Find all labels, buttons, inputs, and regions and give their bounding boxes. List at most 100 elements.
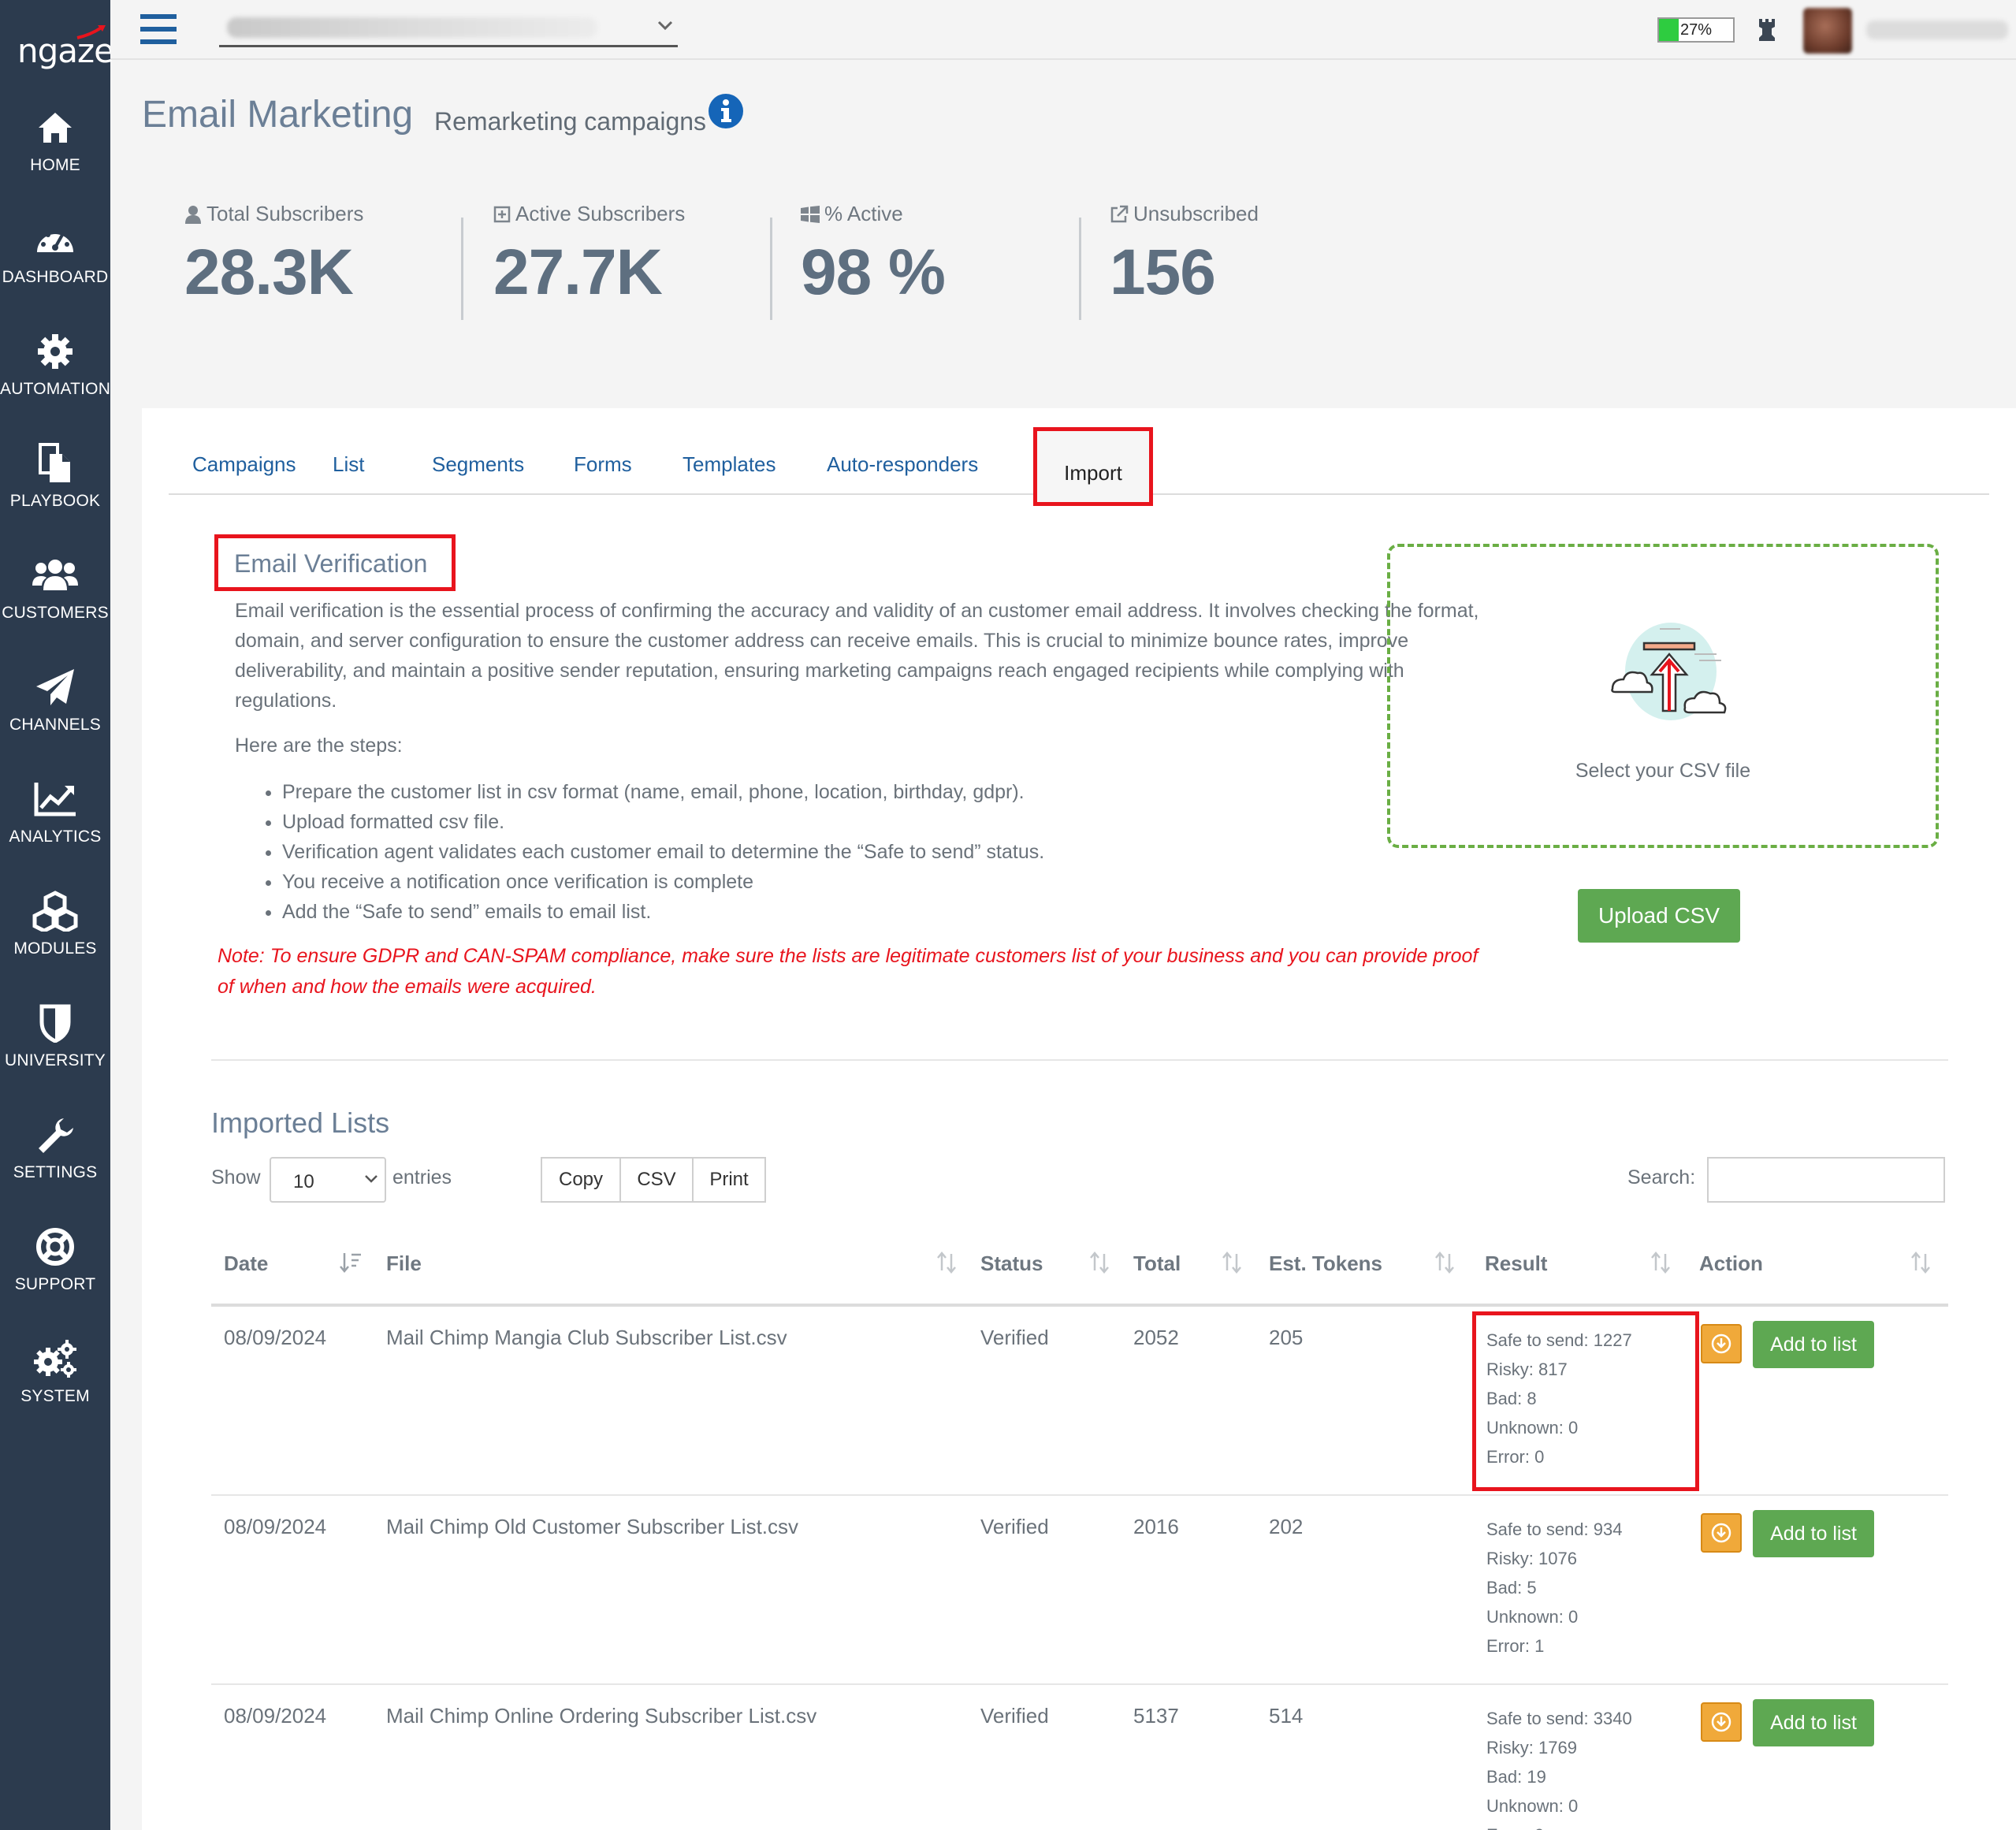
list-item: Upload formatted csv file.: [282, 807, 1044, 837]
home-icon: [39, 113, 72, 143]
sidebar-item-label: ANALYTICS: [9, 828, 102, 846]
cubes-icon: [32, 891, 78, 932]
sidebar-item-modules[interactable]: MODULES: [0, 887, 110, 982]
search-input[interactable]: [1707, 1157, 1945, 1203]
sort-icon[interactable]: [1434, 1252, 1455, 1274]
cell-date: 08/09/2024: [224, 1326, 327, 1349]
sidebar-item-analytics[interactable]: ANALYTICS: [0, 776, 110, 870]
cell-date: 08/09/2024: [224, 1704, 327, 1728]
result-error: Error: 9: [1486, 1821, 1632, 1830]
sort-icon[interactable]: [1222, 1252, 1242, 1274]
tab-list[interactable]: List: [333, 452, 364, 477]
sidebar-item-playbook[interactable]: PLAYBOOK: [0, 440, 110, 534]
column-header-result[interactable]: Result: [1485, 1252, 1547, 1276]
tab-forms[interactable]: Forms: [574, 452, 632, 477]
column-header-total[interactable]: Total: [1133, 1252, 1181, 1276]
sort-icon[interactable]: [1650, 1252, 1671, 1274]
sidebar-item-university[interactable]: UNIVERSITY: [0, 999, 110, 1094]
user-name-redacted[interactable]: [1866, 20, 2008, 39]
upload-csv-button[interactable]: Upload CSV: [1578, 889, 1740, 943]
sidebar-item-label: SUPPORT: [14, 1275, 96, 1293]
tab-segments[interactable]: Segments: [432, 452, 524, 477]
account-select[interactable]: [219, 11, 678, 47]
add-to-list-button[interactable]: Add to list: [1753, 1321, 1874, 1368]
page-subtitle: Remarketing campaigns: [434, 107, 707, 136]
section-divider: [211, 1059, 1948, 1061]
result-bad: Bad: 5: [1486, 1578, 1537, 1598]
sidebar-item-customers[interactable]: CUSTOMERS: [0, 552, 110, 646]
hamburger-menu-icon[interactable]: [140, 14, 177, 44]
info-icon[interactable]: [708, 93, 744, 129]
result-safe: Safe to send: 1227: [1486, 1330, 1632, 1350]
column-header-date[interactable]: Date: [224, 1252, 268, 1276]
copy-button[interactable]: Copy: [541, 1157, 621, 1203]
sidebar-item-label: AUTOMATION: [0, 380, 111, 398]
column-header-status[interactable]: Status: [980, 1252, 1043, 1276]
stat-label: Total Subscribers: [206, 202, 364, 225]
wrench-icon: [39, 1118, 73, 1153]
download-button[interactable]: [1701, 1513, 1742, 1553]
download-circle-icon: [1711, 1523, 1731, 1543]
stat-active-subscribers: Active Subscribers 27.7K: [493, 202, 685, 320]
sidebar-item-dashboard[interactable]: DASHBOARD: [0, 216, 110, 311]
page-title: Email Marketing: [142, 94, 414, 136]
users-icon: [32, 560, 78, 590]
column-header-file[interactable]: File: [386, 1252, 422, 1276]
print-button[interactable]: Print: [692, 1157, 766, 1203]
user-icon: [185, 205, 201, 224]
sort-icon[interactable]: [1910, 1252, 1931, 1274]
sidebar-item-label: MODULES: [13, 939, 97, 958]
stat-value: 156: [1110, 236, 1216, 308]
column-header-action[interactable]: Action: [1699, 1252, 1763, 1276]
csv-button[interactable]: CSV: [619, 1157, 694, 1203]
cell-est-tokens: 514: [1269, 1704, 1304, 1728]
tab-auto-responders[interactable]: Auto-responders: [827, 452, 978, 477]
cell-file: Mail Chimp Old Customer Subscriber List.…: [386, 1515, 799, 1538]
column-header-est-tokens[interactable]: Est. Tokens: [1269, 1252, 1382, 1276]
windows-icon: [801, 205, 820, 223]
stat-unsubscribed: Unsubscribed 156: [1110, 202, 1259, 320]
avatar[interactable]: [1803, 8, 1852, 54]
stat-label: % Active: [824, 202, 903, 225]
table-row: 08/09/2024 Mail Chimp Old Customer Subsc…: [211, 1496, 1948, 1685]
sort-icon[interactable]: [1089, 1252, 1110, 1274]
compliance-note: Note: To ensure GDPR and CAN-SPAM compli…: [218, 945, 1479, 998]
stat-divider: [1079, 218, 1081, 320]
sidebar-item-channels[interactable]: CHANNELS: [0, 664, 110, 758]
result-unknown: Unknown: 0: [1486, 1607, 1579, 1627]
sidebar-item-support[interactable]: SUPPORT: [0, 1223, 110, 1318]
tab-bar: Campaigns List Segments Forms Templates …: [169, 416, 1989, 506]
csv-dropzone[interactable]: Select your CSV file: [1387, 544, 1939, 848]
add-to-list-button[interactable]: Add to list: [1753, 1510, 1874, 1557]
stat-value: 98 %: [801, 236, 946, 308]
stat-total-subscribers: Total Subscribers 28.3K: [184, 202, 363, 320]
search-label: Search:: [1627, 1166, 1696, 1188]
cell-total: 2052: [1133, 1326, 1179, 1349]
chess-rook-icon[interactable]: [1757, 17, 1776, 43]
sidebar-item-label: CHANNELS: [9, 716, 101, 734]
add-to-list-button[interactable]: Add to list: [1753, 1699, 1874, 1746]
sidebar-item-settings[interactable]: SETTINGS: [0, 1111, 110, 1206]
result-bad: Bad: 8: [1486, 1389, 1537, 1408]
result-unknown: Unknown: 0: [1486, 1796, 1579, 1816]
sidebar-item-system[interactable]: SYSTEM: [0, 1335, 110, 1430]
tab-import-label: Import: [1064, 461, 1122, 485]
stat-percent-active: % Active 98 %: [801, 202, 946, 320]
result-error: Error: 0: [1486, 1447, 1545, 1467]
external-link-icon: [1110, 205, 1129, 222]
sidebar-item-automation[interactable]: AUTOMATION: [0, 328, 110, 422]
sort-icon[interactable]: [936, 1252, 957, 1274]
tab-templates[interactable]: Templates: [683, 452, 776, 477]
logo-swoosh-icon: [76, 25, 106, 39]
email-verification-description: Email verification is the essential proc…: [235, 600, 1479, 712]
ngaze-logo[interactable]: ngaze: [0, 24, 114, 71]
sidebar-item-home[interactable]: HOME: [0, 104, 110, 199]
quota-progress: 27%: [1657, 17, 1735, 43]
quota-progress-label: 27%: [1679, 21, 1713, 39]
download-button[interactable]: [1701, 1324, 1742, 1363]
tab-import[interactable]: Import: [1033, 427, 1153, 506]
tab-campaigns[interactable]: Campaigns: [192, 452, 296, 477]
sort-desc-icon[interactable]: [339, 1252, 363, 1274]
page-size-select[interactable]: 10: [270, 1157, 386, 1203]
download-button[interactable]: [1701, 1702, 1742, 1742]
